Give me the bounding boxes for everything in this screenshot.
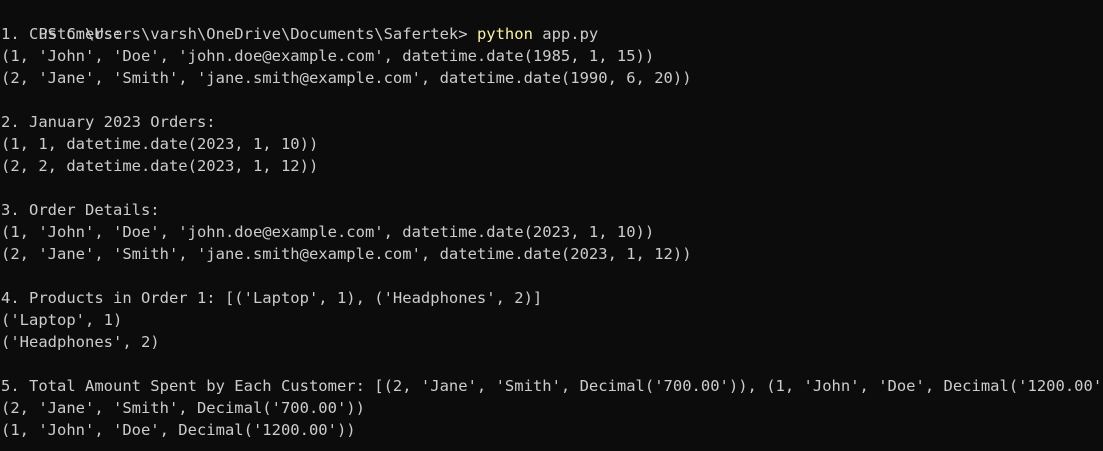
output-line: ('Laptop', 1) [1,311,123,329]
output-line: (1, 'John', 'Doe', 'john.doe@example.com… [1,47,655,65]
output-line: (2, 2, datetime.date(2023, 1, 12)) [1,157,319,175]
output-line: (1, 'John', 'Doe', 'john.doe@example.com… [1,223,655,241]
output-line: (1, 'John', 'Doe', Decimal('1200.00')) [1,421,356,439]
output-line: 4. Products in Order 1: [('Laptop', 1), … [1,289,543,307]
output-line: 5. Total Amount Spent by Each Customer: … [1,377,1103,395]
output-line: (2, 'Jane', 'Smith', 'jane.smith@example… [1,245,692,263]
output-line: ('Headphones', 2) [1,333,160,351]
terminal-window[interactable]: PS C:\Users\varsh\OneDrive\Documents\Saf… [0,0,1103,451]
output-line: (2, 'Jane', 'Smith', Decimal('700.00')) [1,399,365,417]
command-args: app.py [532,25,599,43]
output-line: 3. Order Details: [1,201,160,219]
output-line: 2. January 2023 Orders: [1,113,216,131]
command-name: python [476,25,533,43]
output-line: (2, 'Jane', 'Smith', 'jane.smith@example… [1,69,692,87]
output-line: (1, 1, datetime.date(2023, 1, 10)) [1,135,319,153]
command-line: PS C:\Users\varsh\OneDrive\Documents\Saf… [1,1,1103,43]
